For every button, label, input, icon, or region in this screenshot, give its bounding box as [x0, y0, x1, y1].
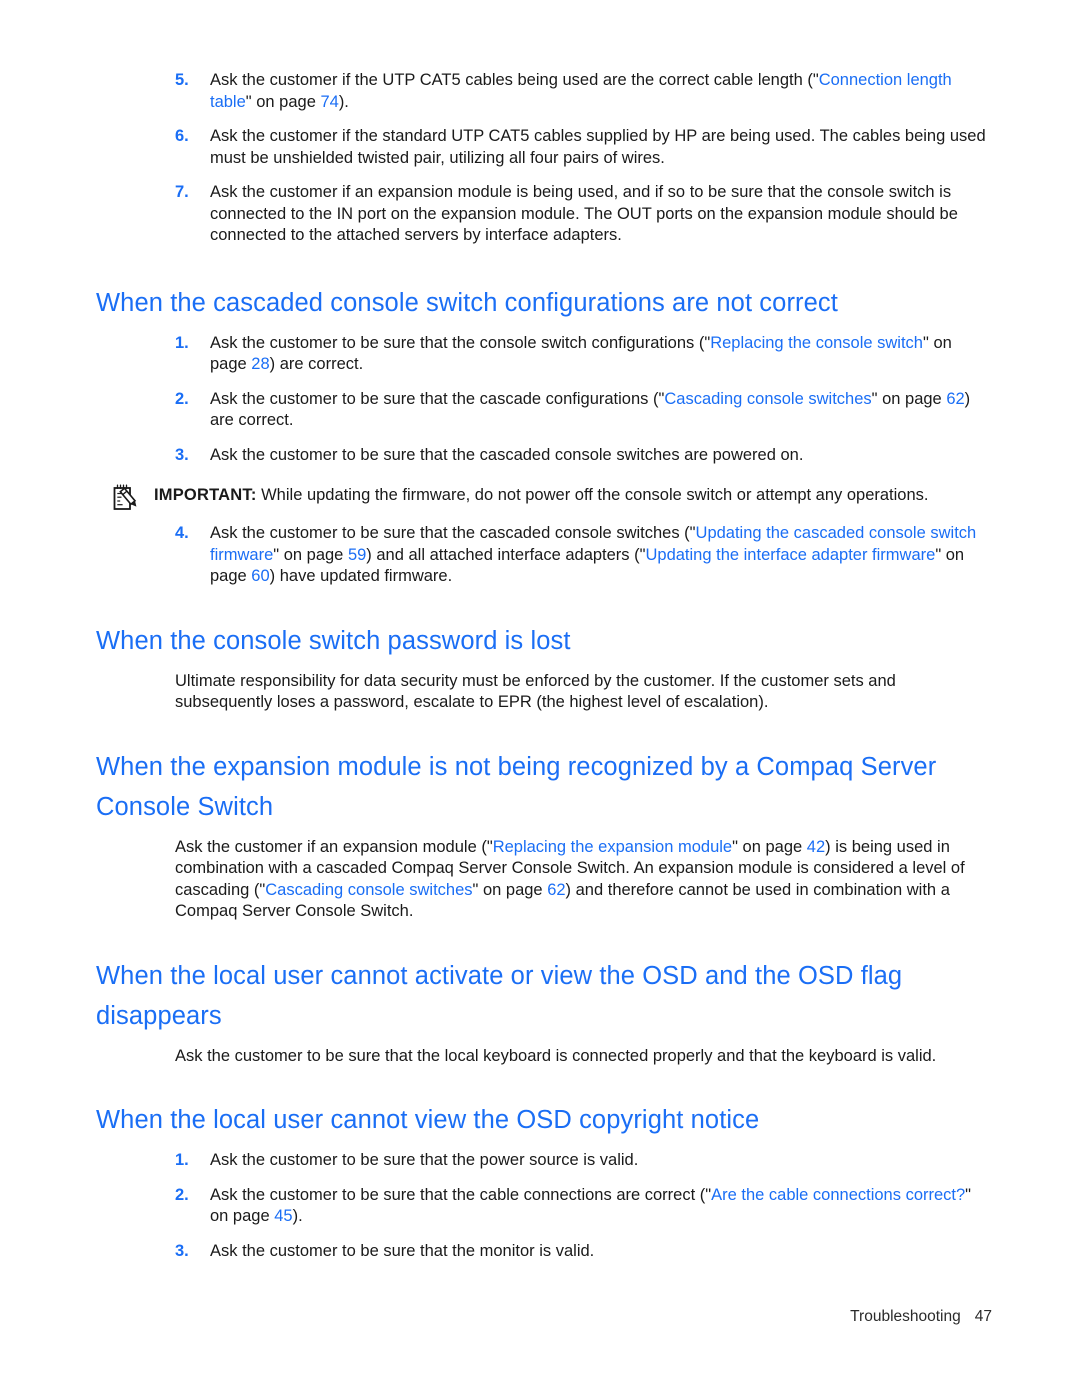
password-lost-paragraph: Ultimate responsibility for data securit… — [175, 671, 896, 712]
list-number: 3. — [175, 445, 189, 464]
page-reference[interactable]: 28 — [251, 355, 269, 373]
section-heading-osd-flag: When the local user cannot activate or v… — [96, 961, 903, 1030]
paragraph-text-pre: Ask the customer if an expansion module … — [175, 837, 493, 856]
section-heading-cascaded-configurations: When the cascaded console switch configu… — [96, 288, 838, 317]
list-number: 1. — [175, 333, 189, 352]
section-heading-expansion-module: When the expansion module is not being r… — [96, 752, 937, 821]
cascaded-numbered-list: 1. Ask the customer to be sure that the c… — [96, 333, 992, 467]
list-number: 5. — [175, 71, 189, 89]
footer-page-number: 47 — [974, 1308, 992, 1325]
callout-title: IMPORTANT: — [154, 486, 257, 504]
osd-flag-paragraph: Ask the customer to be sure that the loc… — [175, 1046, 937, 1065]
page-reference[interactable]: 59 — [348, 546, 366, 564]
list-item: 7. Ask the customer if an expansion modul… — [175, 182, 992, 247]
list-text-pre: Ask the customer if the UTP CAT5 cables … — [210, 71, 819, 89]
document-page: 5. Ask the customer if the UTP CAT5 cable… — [0, 0, 1080, 1397]
list-text: Ask the customer if the standard UTP CAT… — [210, 127, 986, 167]
cascaded-numbered-list-continued: 4. Ask the customer to be sure that the c… — [96, 523, 992, 588]
footer-chapter-name: Troubleshooting — [850, 1308, 961, 1325]
list-number: 1. — [175, 1151, 189, 1169]
osd-copyright-numbered-list: 1. Ask the customer to be sure that the p… — [96, 1150, 992, 1262]
cross-reference-link[interactable]: Updating the interface adapter firmware — [645, 546, 935, 564]
page-reference[interactable]: 62 — [946, 390, 964, 408]
list-text-post: ). — [338, 92, 349, 111]
page-reference[interactable]: 45 — [274, 1207, 292, 1225]
top-numbered-list: 5. Ask the customer if the UTP CAT5 cable… — [96, 70, 992, 247]
cross-reference-link[interactable]: Replacing the console switch — [710, 334, 923, 352]
list-text-mid2: ) and all attached interface adapters (" — [366, 545, 646, 564]
list-text-post: ) have updated firmware. — [269, 567, 453, 585]
section-heading-osd-copyright: When the local user cannot view the OSD … — [96, 1106, 760, 1134]
list-text-pre: Ask the customer to be sure that the cas… — [210, 389, 665, 408]
list-item: 3. Ask the customer to be sure that the m… — [175, 1241, 992, 1263]
cross-reference-link[interactable]: Cascading console switches — [664, 390, 871, 408]
page-reference[interactable]: 42 — [807, 838, 825, 856]
callout-text: While updating the firmware, do not powe… — [261, 486, 929, 504]
list-number: 7. — [175, 183, 189, 201]
cross-reference-link[interactable]: Replacing the expansion module — [493, 838, 732, 856]
list-number: 2. — [175, 1185, 189, 1204]
list-number: 3. — [175, 1241, 189, 1260]
list-text-pre: Ask the customer to be sure that the cab… — [210, 1185, 712, 1204]
paragraph-text-mid: " on page — [732, 837, 807, 856]
page-content: 5. Ask the customer if the UTP CAT5 cable… — [96, 70, 992, 1262]
list-number: 4. — [175, 524, 189, 542]
list-number: 2. — [175, 389, 189, 408]
list-text-post: ) are correct. — [269, 355, 364, 373]
page-reference[interactable]: 74 — [320, 93, 338, 111]
important-callout: IMPORTANT: While updating the firmware, … — [96, 484, 992, 510]
section-heading-password-lost: When the console switch password is lost — [96, 626, 571, 655]
page-reference[interactable]: 62 — [547, 881, 565, 899]
list-item: 5. Ask the customer if the UTP CAT5 cable… — [175, 70, 992, 113]
list-text: Ask the customer to be sure that the cas… — [210, 445, 804, 464]
list-text-mid: " on page — [273, 545, 348, 564]
notepad-pencil-icon — [110, 483, 140, 513]
list-item: 2. Ask the customer to be sure that the c… — [175, 1185, 992, 1228]
list-text: Ask the customer to be sure that the mon… — [210, 1241, 595, 1260]
list-item: 4. Ask the customer to be sure that the c… — [175, 523, 992, 588]
list-item: 3. Ask the customer to be sure that the c… — [175, 445, 992, 467]
cross-reference-link[interactable]: Are the cable connections correct? — [711, 1186, 965, 1204]
expansion-module-paragraph: Ask the customer if an expansion module … — [96, 837, 990, 923]
list-number: 6. — [175, 127, 189, 145]
list-item: 1. Ask the customer to be sure that the c… — [175, 333, 992, 376]
list-text-pre: Ask the customer to be sure that the con… — [210, 333, 711, 352]
cross-reference-link[interactable]: Cascading console switches — [265, 881, 472, 899]
list-text: Ask the customer to be sure that the pow… — [210, 1151, 639, 1169]
list-item: 6. Ask the customer if the standard UTP C… — [175, 126, 992, 169]
page-footer: Troubleshooting 47 — [0, 1308, 992, 1326]
list-text-pre: Ask the customer to be sure that the cas… — [210, 524, 696, 542]
list-text-post: ). — [292, 1207, 303, 1225]
page-reference[interactable]: 60 — [251, 567, 269, 585]
list-text-mid: " on page — [871, 389, 947, 408]
list-text: Ask the customer if an expansion module … — [210, 183, 958, 244]
paragraph-text-mid3: " on page — [472, 880, 548, 899]
list-item: 1. Ask the customer to be sure that the p… — [175, 1150, 992, 1172]
list-text-mid: " on page — [245, 92, 321, 111]
list-item: 2. Ask the customer to be sure that the c… — [175, 389, 992, 432]
